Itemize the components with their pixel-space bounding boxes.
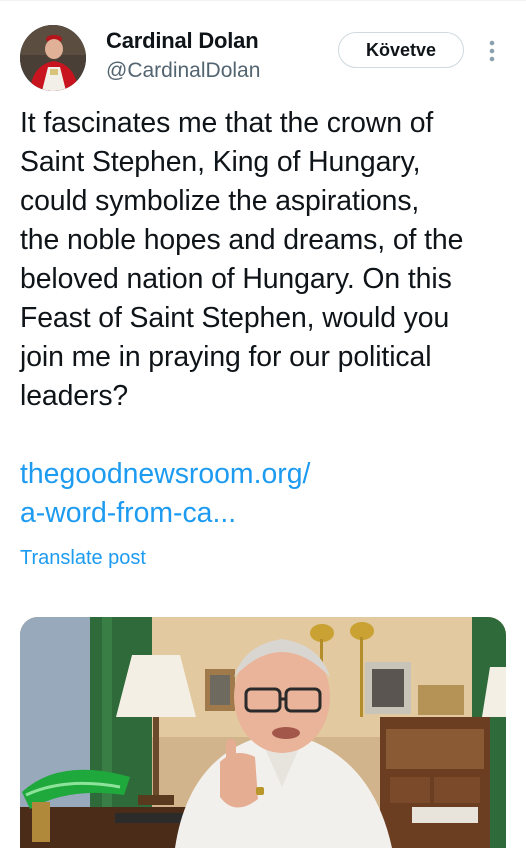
video-frame-image <box>20 617 506 848</box>
post-text-line: Saint Stephen, King of Hungary, <box>20 146 421 178</box>
post-text-line: leaders? <box>20 380 129 412</box>
post-text: It fascinates me that the crown of Saint… <box>20 104 520 416</box>
post-text-line: beloved nation of Hungary. On this <box>20 263 452 295</box>
top-divider <box>0 0 526 1</box>
post-text-line: Feast of Saint Stephen, would you <box>20 302 450 334</box>
post-link[interactable]: thegoodnewsroom.org/ a-word-from-ca... <box>20 455 310 533</box>
post-text-line: the noble hopes and dreams, of the <box>20 224 464 256</box>
video-thumbnail[interactable] <box>20 617 506 848</box>
more-vertical-icon <box>489 40 495 62</box>
following-button[interactable]: Követve <box>338 32 464 68</box>
avatar[interactable] <box>20 25 86 91</box>
post-text-line: It fascinates me that the crown of <box>20 107 434 139</box>
display-name[interactable]: Cardinal Dolan <box>106 28 259 54</box>
translate-post-link[interactable]: Translate post <box>20 547 146 570</box>
user-handle[interactable]: @CardinalDolan <box>106 59 260 83</box>
post-text-line: join me in praying for our political <box>20 341 432 373</box>
post-link-line[interactable]: a-word-from-ca... <box>20 494 310 533</box>
post-text-line: could symbolize the aspirations, <box>20 185 420 217</box>
more-options-button[interactable] <box>480 36 504 66</box>
post-link-line[interactable]: thegoodnewsroom.org/ <box>20 455 310 494</box>
